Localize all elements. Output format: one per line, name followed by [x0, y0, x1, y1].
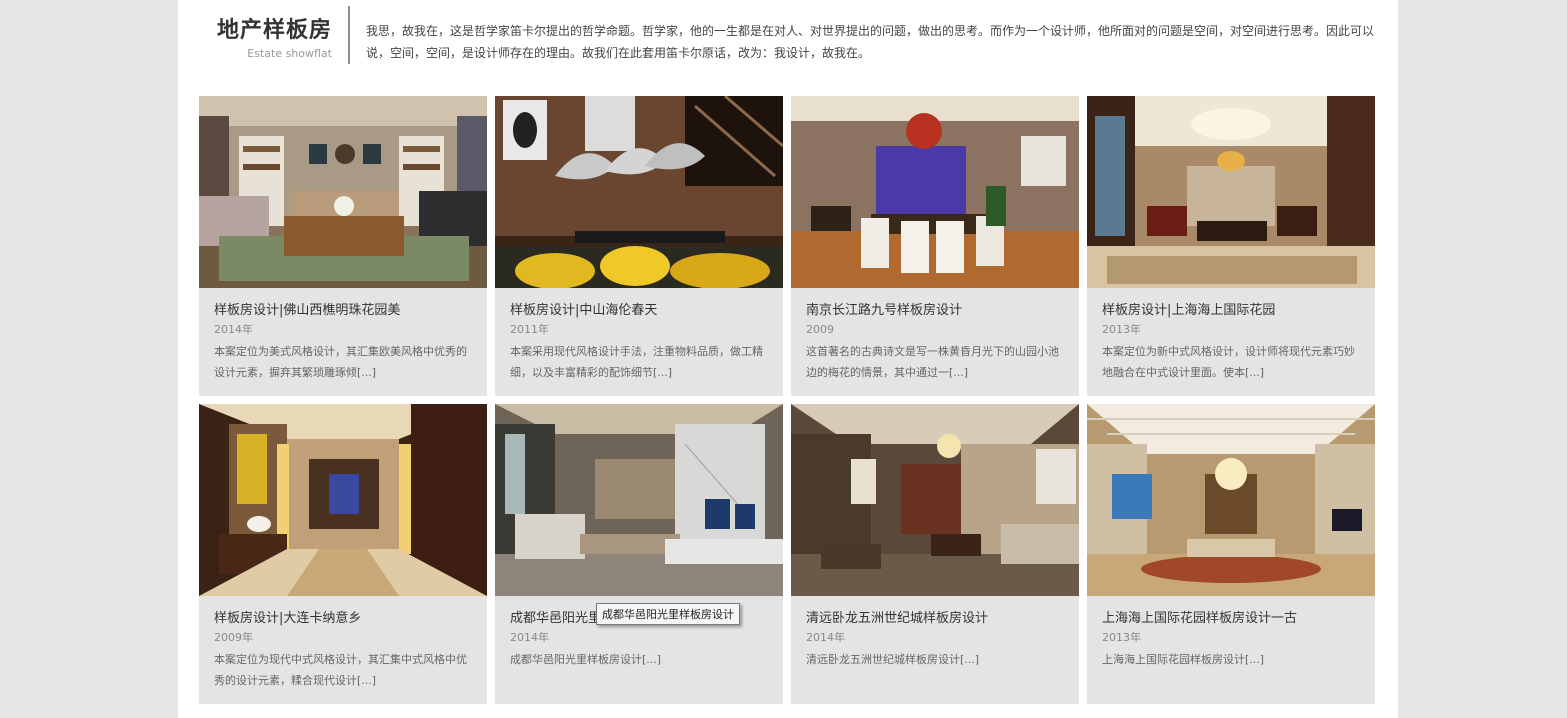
project-card[interactable]: 样板房设计|大连卡纳意乡 2009年 本案定位为现代中式风格设计，其汇集中式风格… — [199, 404, 487, 704]
project-title[interactable]: 样板房设计|中山海伦春天 — [510, 301, 657, 321]
project-description: 清远卧龙五洲世纪城样板房设计[...] — [806, 653, 980, 666]
project-card[interactable]: 南京长江路九号样板房设计 2009 这首著名的古典诗文是写一株黄昏月光下的山园小… — [791, 96, 1079, 396]
project-grid: 样板房设计|佛山西樵明珠花园美 2014年 本案定位为美式风格设计，其汇集欧美风… — [199, 96, 1375, 704]
project-title[interactable]: 样板房设计|上海海上国际花园 — [1102, 301, 1275, 321]
project-description: 这首著名的古典诗文是写一株黄昏月光下的山园小池边的梅花的情景，其中通过一[...… — [806, 345, 1059, 379]
project-thumbnail[interactable] — [199, 404, 487, 596]
project-title[interactable]: 清远卧龙五洲世纪城样板房设计 — [806, 609, 988, 629]
brand-block: 地产样板房 Estate showflat — [178, 14, 332, 61]
project-year: 2014年 — [214, 323, 253, 336]
project-description: 上海海上国际花园样板房设计[...] — [1102, 653, 1265, 666]
project-description: 本案采用现代风格设计手法，注重物料品质，做工精细，以及丰富精彩的配饰细节[...… — [510, 345, 763, 379]
project-year: 2009年 — [214, 631, 253, 644]
content-panel: 地产样板房 Estate showflat 我思，故我在，这是哲学家笛卡尔提出的… — [178, 0, 1398, 718]
project-thumbnail[interactable] — [199, 96, 487, 288]
project-card[interactable]: 成都华邑阳光里样板房设计 2014年 成都华邑阳光里样板房设计[...] — [495, 404, 783, 704]
project-year: 2013年 — [1102, 323, 1141, 336]
project-thumbnail[interactable] — [495, 96, 783, 288]
project-year: 2014年 — [510, 631, 549, 644]
project-year: 2013年 — [1102, 631, 1141, 644]
project-description: 成都华邑阳光里样板房设计[...] — [510, 653, 662, 666]
project-card[interactable]: 样板房设计|中山海伦春天 2011年 本案采用现代风格设计手法，注重物料品质，做… — [495, 96, 783, 396]
header-divider — [348, 6, 350, 64]
project-title[interactable]: 南京长江路九号样板房设计 — [806, 301, 962, 321]
project-thumbnail[interactable] — [1087, 404, 1375, 596]
project-description: 本案定位为美式风格设计，其汇集欧美风格中优秀的设计元素，摒弃其繁琐雕琢倾[...… — [214, 345, 467, 379]
project-year: 2014年 — [806, 631, 845, 644]
project-thumbnail[interactable] — [1087, 96, 1375, 288]
project-year: 2009 — [806, 323, 834, 336]
project-description: 本案定位为现代中式风格设计，其汇集中式风格中优秀的设计元素，糅合现代设计[...… — [214, 653, 467, 687]
project-title[interactable]: 样板房设计|佛山西樵明珠花园美 — [214, 301, 400, 321]
project-title[interactable]: 上海海上国际花园样板房设计一古 — [1102, 609, 1297, 629]
project-thumbnail[interactable] — [791, 96, 1079, 288]
project-card[interactable]: 样板房设计|佛山西樵明珠花园美 2014年 本案定位为美式风格设计，其汇集欧美风… — [199, 96, 487, 396]
hover-tooltip: 成都华邑阳光里样板房设计 — [596, 603, 740, 625]
project-card[interactable]: 清远卧龙五洲世纪城样板房设计 2014年 清远卧龙五洲世纪城样板房设计[...] — [791, 404, 1079, 704]
project-thumbnail[interactable] — [791, 404, 1079, 596]
project-description: 本案定位为新中式风格设计，设计师将现代元素巧妙地融合在中式设计里面。使本[...… — [1102, 345, 1355, 379]
intro-text: 我思，故我在，这是哲学家笛卡尔提出的哲学命题。哲学家，他的一生都是在对人、对世界… — [366, 24, 1375, 60]
project-title[interactable]: 样板房设计|大连卡纳意乡 — [214, 609, 361, 629]
page-title: 地产样板房 — [216, 18, 332, 43]
project-card[interactable]: 样板房设计|上海海上国际花园 2013年 本案定位为新中式风格设计，设计师将现代… — [1087, 96, 1375, 396]
project-card[interactable]: 上海海上国际花园样板房设计一古 2013年 上海海上国际花园样板房设计[...] — [1087, 404, 1375, 704]
project-thumbnail[interactable] — [495, 404, 783, 596]
project-year: 2011年 — [510, 323, 549, 336]
page-subtitle: Estate showflat — [247, 47, 332, 60]
